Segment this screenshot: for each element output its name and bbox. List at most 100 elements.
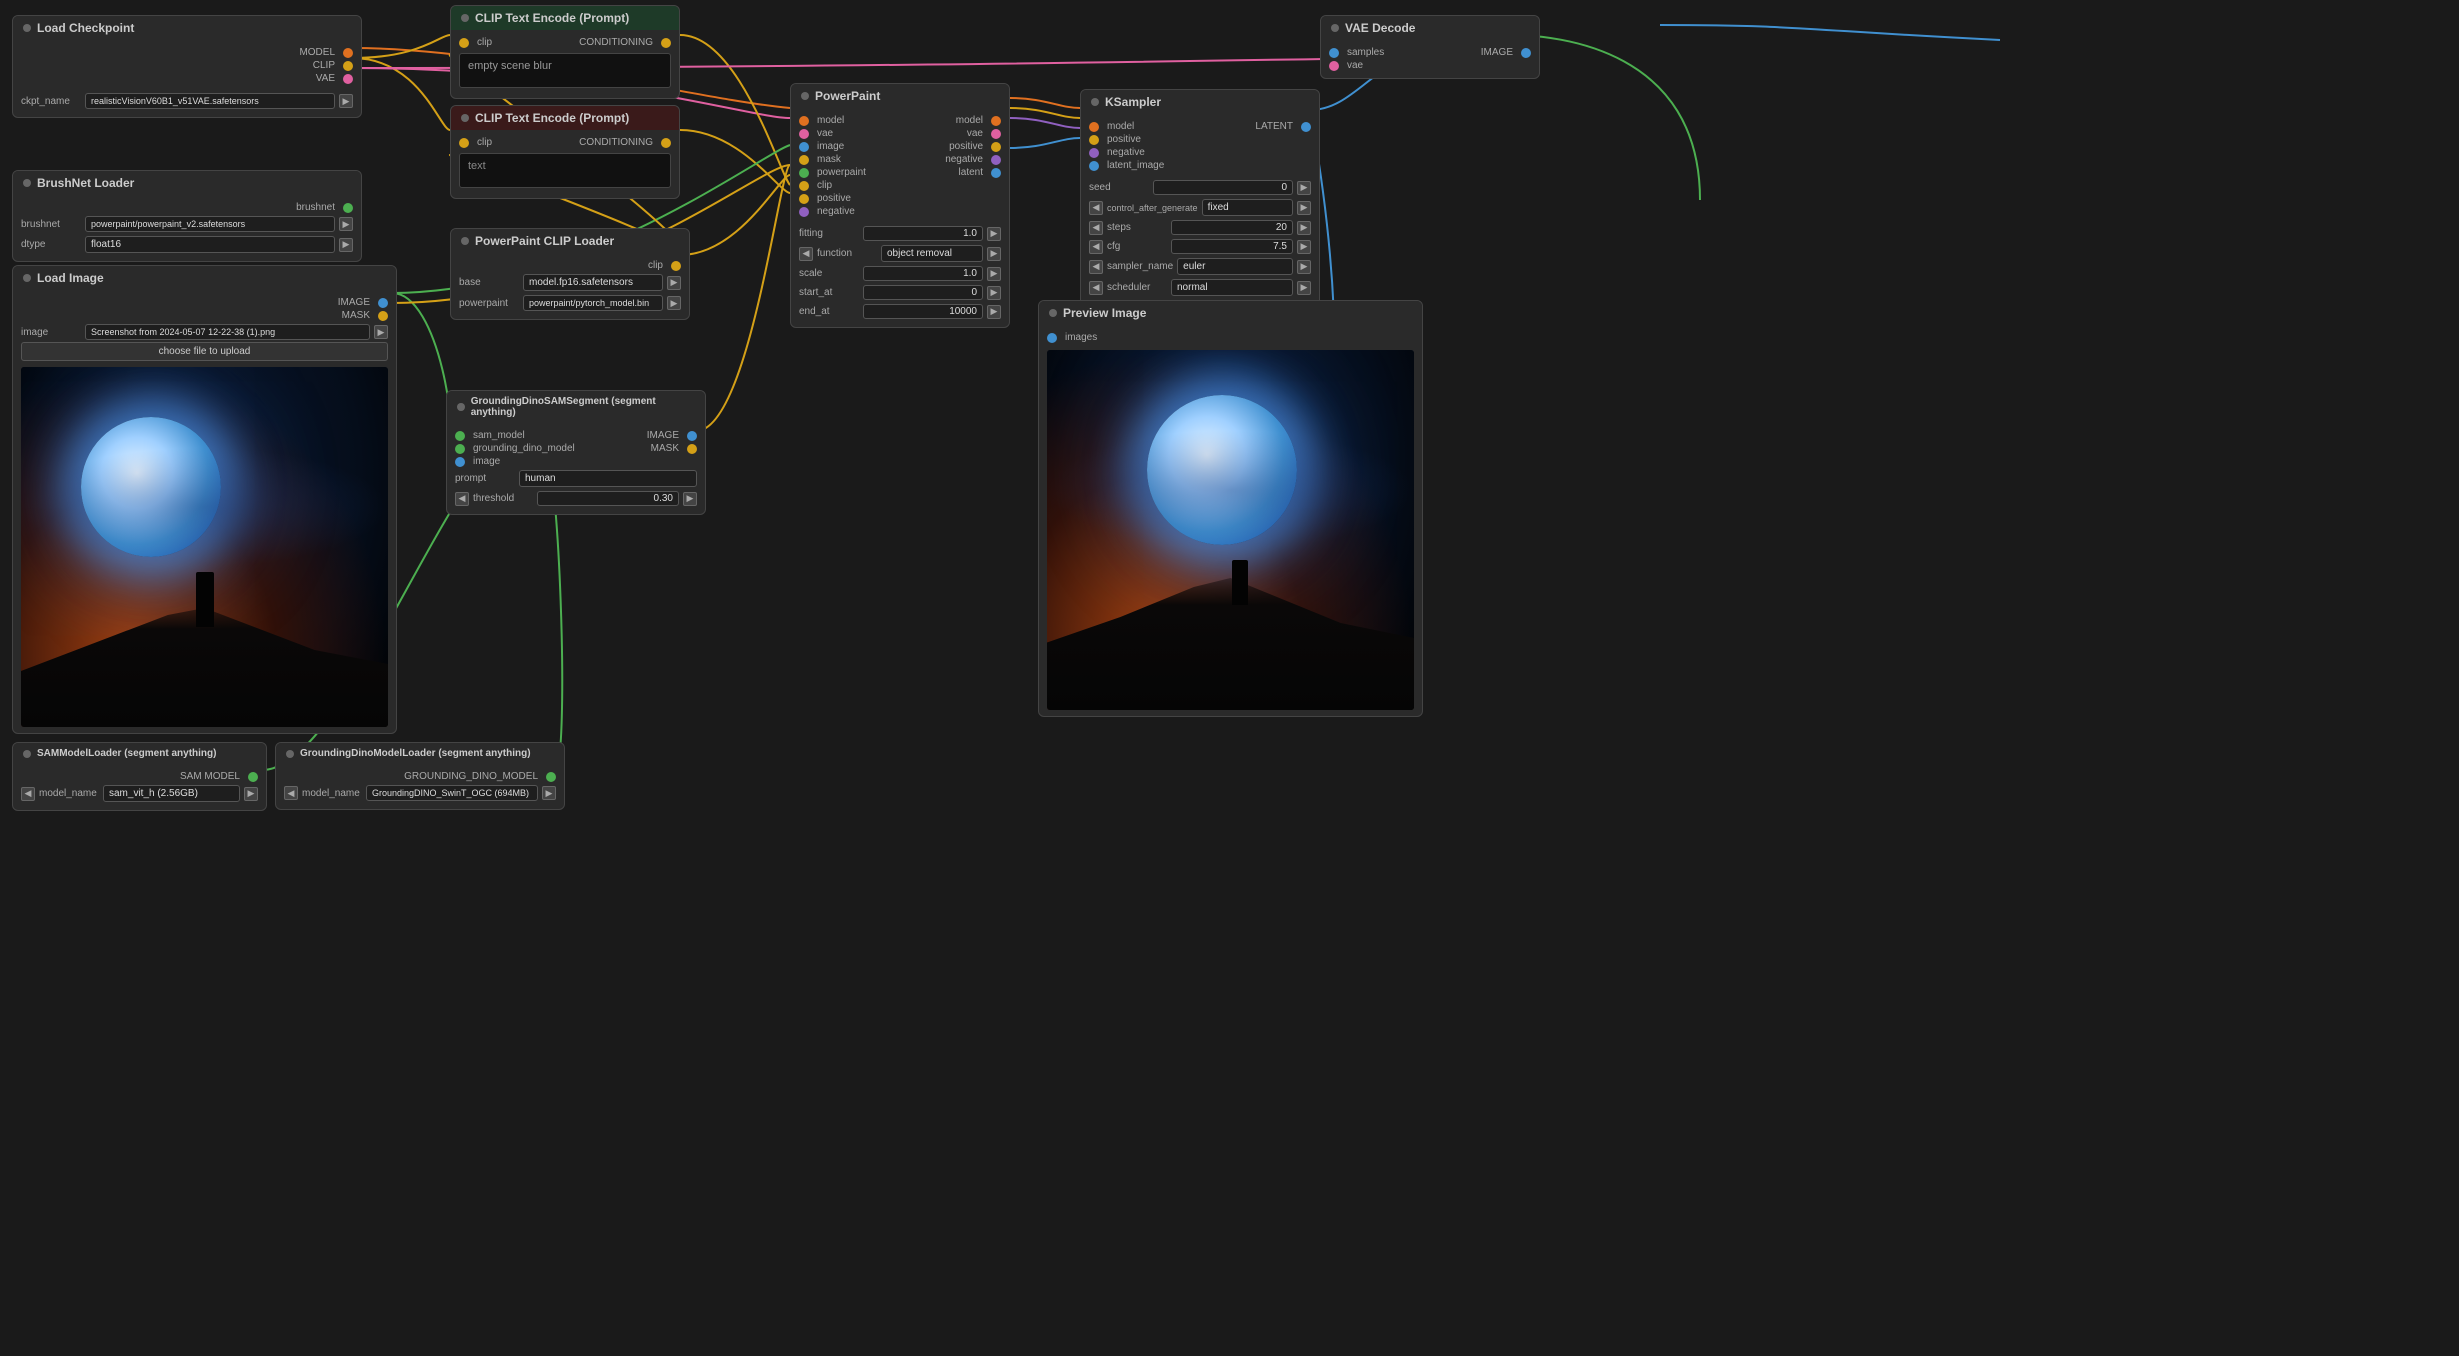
scheduler-right[interactable]: ▶ — [1297, 281, 1311, 295]
sampler-name-left[interactable]: ◀ — [1089, 260, 1103, 274]
prompt-value[interactable]: human — [519, 470, 697, 487]
image-sam-in-port[interactable] — [455, 457, 465, 467]
brushnet-field-arrow[interactable]: ▶ — [339, 217, 353, 231]
base-value[interactable]: model.fp16.safetensors — [523, 274, 663, 291]
image-sam-in-label: image — [473, 456, 500, 467]
pp-negative-out-port[interactable] — [991, 155, 1001, 165]
ks-negative-in-port[interactable] — [1089, 148, 1099, 158]
pp-clip-in-port[interactable] — [799, 181, 809, 191]
control-after-value[interactable]: fixed — [1202, 199, 1293, 216]
pp-model-in-port[interactable] — [799, 116, 809, 126]
threshold-right-arrow[interactable]: ▶ — [683, 492, 697, 506]
pp-vae-out-port[interactable] — [991, 129, 1001, 139]
sampler-name-right[interactable]: ▶ — [1297, 260, 1311, 274]
pp-pos-in-port[interactable] — [799, 194, 809, 204]
ckpt-name-arrow[interactable]: ▶ — [339, 94, 353, 108]
start-at-arrow[interactable]: ▶ — [987, 286, 1001, 300]
pp-neg-in-port[interactable] — [799, 207, 809, 217]
vae-out-port[interactable] — [343, 74, 353, 84]
pp-arrow[interactable]: ▶ — [667, 296, 681, 310]
image-out-port[interactable] — [378, 298, 388, 308]
clip-out-port[interactable] — [343, 61, 353, 71]
image-sam-in-row: image — [455, 455, 697, 468]
threshold-label: threshold — [473, 493, 533, 504]
powerpaint-dot — [801, 92, 809, 100]
cfg-left[interactable]: ◀ — [1089, 240, 1103, 254]
grounding-dino-loader-dot — [286, 750, 294, 758]
ckpt-name-value[interactable]: realisticVisionV60B1_v51VAE.safetensors — [85, 93, 335, 109]
image-field-value[interactable]: Screenshot from 2024-05-07 12-22-38 (1).… — [85, 324, 370, 340]
ks-positive-in-port[interactable] — [1089, 135, 1099, 145]
clip-neg-port-row: clip CONDITIONING — [459, 136, 671, 149]
clip-pos-port-row: clip CONDITIONING — [459, 36, 671, 49]
steps-right[interactable]: ▶ — [1297, 221, 1311, 235]
ks-latent-out-port[interactable] — [1301, 122, 1311, 132]
brushnet-field-value[interactable]: powerpaint/powerpaint_v2.safetensors — [85, 216, 335, 232]
dtype-value[interactable]: float16 — [85, 236, 335, 253]
pp-latent-out-port[interactable] — [991, 168, 1001, 178]
scheduler-value[interactable]: normal — [1171, 279, 1293, 296]
clip-pos-in-port[interactable] — [459, 38, 469, 48]
sam-model-in-port[interactable] — [455, 431, 465, 441]
vd-vae-in-port[interactable] — [1329, 61, 1339, 71]
ks-negative-row: negative — [1089, 146, 1311, 159]
model-out-port[interactable] — [343, 48, 353, 58]
pp-positive-out-port[interactable] — [991, 142, 1001, 152]
scale-arrow[interactable]: ▶ — [987, 267, 1001, 281]
sam-model-name-value[interactable]: sam_vit_h (2.56GB) — [103, 785, 240, 802]
steps-left[interactable]: ◀ — [1089, 221, 1103, 235]
ks-model-in-port[interactable] — [1089, 122, 1099, 132]
image-sam-out-port[interactable] — [687, 431, 697, 441]
preview-image-header: Preview Image — [1039, 301, 1422, 325]
mask-out-row: MASK — [21, 309, 388, 322]
clip-neg-in-port[interactable] — [459, 138, 469, 148]
powerpaint-clip-dot — [461, 237, 469, 245]
end-at-arrow[interactable]: ▶ — [987, 305, 1001, 319]
sam-model-name-left[interactable]: ◀ — [21, 787, 35, 801]
choose-file-button[interactable]: choose file to upload — [21, 342, 388, 361]
grounding-dino-name-value[interactable]: GroundingDINO_SwinT_OGC (694MB) — [366, 785, 538, 801]
clip-pos-prompt[interactable]: empty scene blur — [459, 53, 671, 88]
scheduler-left[interactable]: ◀ — [1089, 281, 1103, 295]
vd-samples-in-port[interactable] — [1329, 48, 1339, 58]
cfg-right[interactable]: ▶ — [1297, 240, 1311, 254]
function-value[interactable]: object removal — [881, 245, 983, 262]
sam-model-out-port[interactable] — [248, 772, 258, 782]
ks-latent-in-port[interactable] — [1089, 161, 1099, 171]
seed-arrow[interactable]: ▶ — [1297, 181, 1311, 195]
grounding-dino-name-right[interactable]: ▶ — [542, 786, 556, 800]
pp-pos-in-label: positive — [817, 193, 851, 204]
pp-value[interactable]: powerpaint/pytorch_model.bin — [523, 295, 663, 311]
threshold-left-arrow[interactable]: ◀ — [455, 492, 469, 506]
grounding-dino-in-port[interactable] — [455, 444, 465, 454]
control-after-right[interactable]: ▶ — [1297, 201, 1311, 215]
preview-images-in-port[interactable] — [1047, 333, 1057, 343]
function-left-arrow[interactable]: ◀ — [799, 247, 813, 261]
steps-value: 20 — [1171, 220, 1293, 235]
function-right-arrow[interactable]: ▶ — [987, 247, 1001, 261]
mask-sam-out-port[interactable] — [687, 444, 697, 454]
sampler-name-value[interactable]: euler — [1177, 258, 1293, 275]
pp-vae-in-port[interactable] — [799, 129, 809, 139]
brushnet-out-port[interactable] — [343, 203, 353, 213]
conditioning-neg-port[interactable] — [661, 138, 671, 148]
mask-out-port[interactable] — [378, 311, 388, 321]
clip-neg-prompt[interactable]: text — [459, 153, 671, 188]
sam-model-name-right[interactable]: ▶ — [244, 787, 258, 801]
pp-model-out-port[interactable] — [991, 116, 1001, 126]
conditioning-pos-port[interactable] — [661, 38, 671, 48]
pp-clip-out-port[interactable] — [671, 261, 681, 271]
image-field-arrow[interactable]: ▶ — [374, 325, 388, 339]
dtype-field-row: dtype float16 ▶ — [21, 234, 353, 255]
base-arrow[interactable]: ▶ — [667, 276, 681, 290]
dtype-arrow[interactable]: ▶ — [339, 238, 353, 252]
vd-image-out-port[interactable] — [1521, 48, 1531, 58]
grounding-dino-out-port[interactable] — [546, 772, 556, 782]
grounding-dino-name-left[interactable]: ◀ — [284, 786, 298, 800]
pp-powerpaint-in-port[interactable] — [799, 168, 809, 178]
fitting-arrow[interactable]: ▶ — [987, 227, 1001, 241]
pp-mask-in-port[interactable] — [799, 155, 809, 165]
preview-images-in-label: images — [1065, 332, 1097, 343]
control-after-left[interactable]: ◀ — [1089, 201, 1103, 215]
pp-image-in-port[interactable] — [799, 142, 809, 152]
